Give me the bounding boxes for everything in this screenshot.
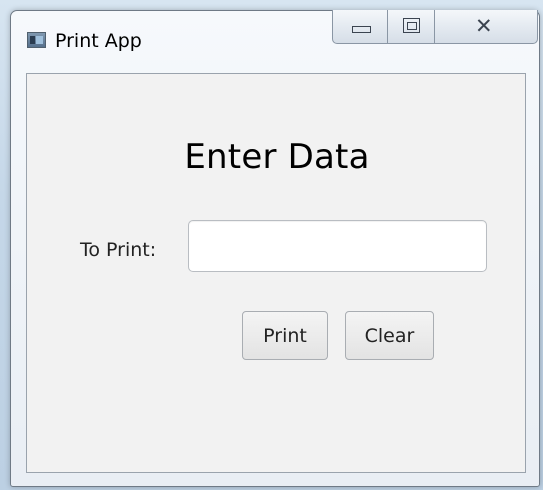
page-title: Enter Data bbox=[184, 137, 370, 177]
app-icon bbox=[27, 32, 46, 48]
maximize-button[interactable] bbox=[388, 10, 435, 44]
to-print-input[interactable] bbox=[188, 220, 487, 272]
restore-icon bbox=[403, 18, 420, 33]
close-icon: ✕ bbox=[475, 14, 493, 38]
to-print-label: To Print: bbox=[80, 239, 157, 261]
minimize-button[interactable] bbox=[332, 10, 388, 44]
title-bar[interactable]: Print App ✕ bbox=[11, 10, 539, 73]
minimize-icon bbox=[352, 26, 371, 33]
caption-buttons: ✕ bbox=[332, 10, 538, 44]
window-title: Print App bbox=[55, 30, 142, 52]
app-window: Print App ✕ Enter Data To Print: Print C… bbox=[10, 10, 540, 487]
close-button[interactable]: ✕ bbox=[435, 10, 538, 44]
print-button[interactable]: Print bbox=[242, 311, 328, 360]
clear-button[interactable]: Clear bbox=[345, 311, 434, 360]
client-area: Enter Data To Print: Print Clear bbox=[26, 73, 526, 473]
